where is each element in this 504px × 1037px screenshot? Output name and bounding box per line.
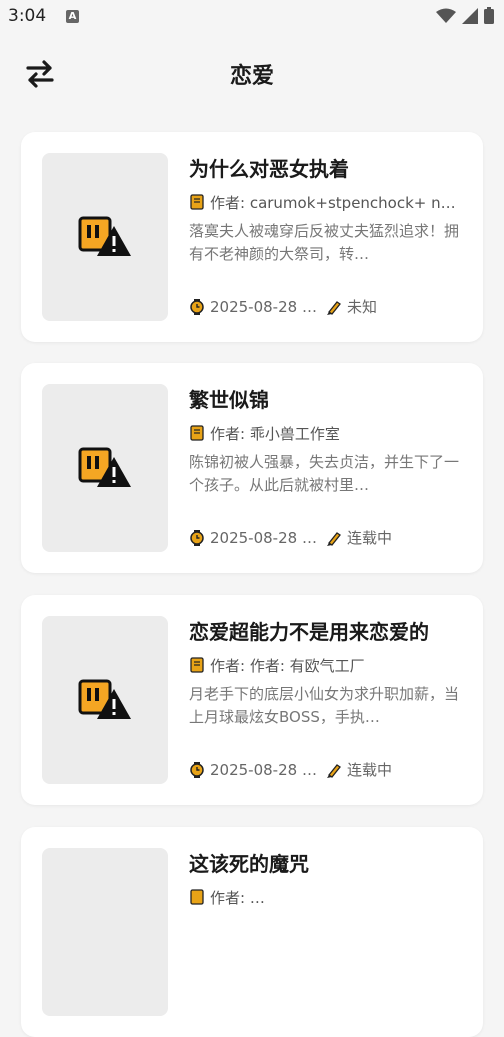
book-title: 恋爱超能力不是用来恋爱的 — [189, 620, 429, 644]
book-author: 作者: 乖小兽工作室 — [210, 424, 340, 443]
pen-icon — [327, 531, 341, 546]
image-broken-icon — [78, 679, 131, 719]
book-card[interactable]: 为什么对恶女执着 作者: carumok+stpenchock+ n… 落寞夫人… — [21, 132, 483, 342]
book-title: 繁世似锦 — [189, 388, 269, 412]
book-icon — [190, 425, 204, 441]
status-bar: 3:04 A — [0, 0, 504, 34]
book-card[interactable]: 这该死的魔咒 作者: … — [21, 827, 483, 1037]
pen-icon — [327, 300, 341, 315]
book-cover — [42, 153, 168, 321]
book-card[interactable]: 恋爱超能力不是用来恋爱的 作者: 作者: 有欧气工厂 月老手下的底层小仙女为求升… — [21, 595, 483, 805]
book-title: 这该死的魔咒 — [189, 852, 309, 876]
book-status: 未知 — [347, 298, 378, 316]
clock-icon — [190, 529, 204, 546]
clock-icon — [190, 298, 204, 315]
book-cover — [42, 848, 168, 1016]
book-cover — [42, 616, 168, 784]
image-broken-icon — [78, 447, 131, 487]
signal-icon — [462, 7, 478, 24]
book-status: 连载中 — [347, 529, 393, 547]
book-author: 作者: carumok+stpenchock+ n… — [210, 193, 456, 212]
book-status: 连载中 — [347, 761, 393, 779]
book-author: 作者: 作者: 有欧气工厂 — [210, 656, 365, 675]
book-description: 陈锦初被人强暴，失去贞洁，并生下了一个孩子。从此后就被村里… — [189, 453, 460, 494]
book-icon — [190, 889, 204, 905]
image-broken-icon — [78, 216, 131, 256]
pen-icon — [327, 763, 341, 778]
book-icon — [190, 194, 204, 210]
update-date: 2025-08-28 1… — [210, 760, 326, 779]
update-date: 2025-08-28 1… — [210, 528, 326, 547]
book-card[interactable]: 繁世似锦 作者: 乖小兽工作室 陈锦初被人强暴，失去贞洁，并生下了一个孩子。从此… — [21, 363, 483, 573]
page-title: 恋爱 — [229, 64, 274, 89]
top-app-bar: 恋爱 — [0, 44, 504, 104]
notification-a-icon: A — [66, 10, 79, 23]
book-author: 作者: … — [210, 888, 265, 907]
clock-icon — [190, 761, 204, 778]
wifi-icon — [436, 8, 456, 23]
update-date: 2025-08-28 1… — [210, 297, 326, 316]
status-time: 3:04 — [8, 6, 47, 26]
battery-icon — [484, 7, 494, 24]
book-title: 为什么对恶女执着 — [189, 157, 349, 181]
book-cover — [42, 384, 168, 552]
book-description: 落寞夫人被魂穿后反被丈夫猛烈追求！拥有不老神颜的大祭司，转… — [189, 222, 460, 263]
book-icon — [190, 657, 204, 673]
book-description: 月老手下的底层小仙女为求升职加薪，当上月球最炫女BOSS，手执… — [189, 685, 460, 726]
